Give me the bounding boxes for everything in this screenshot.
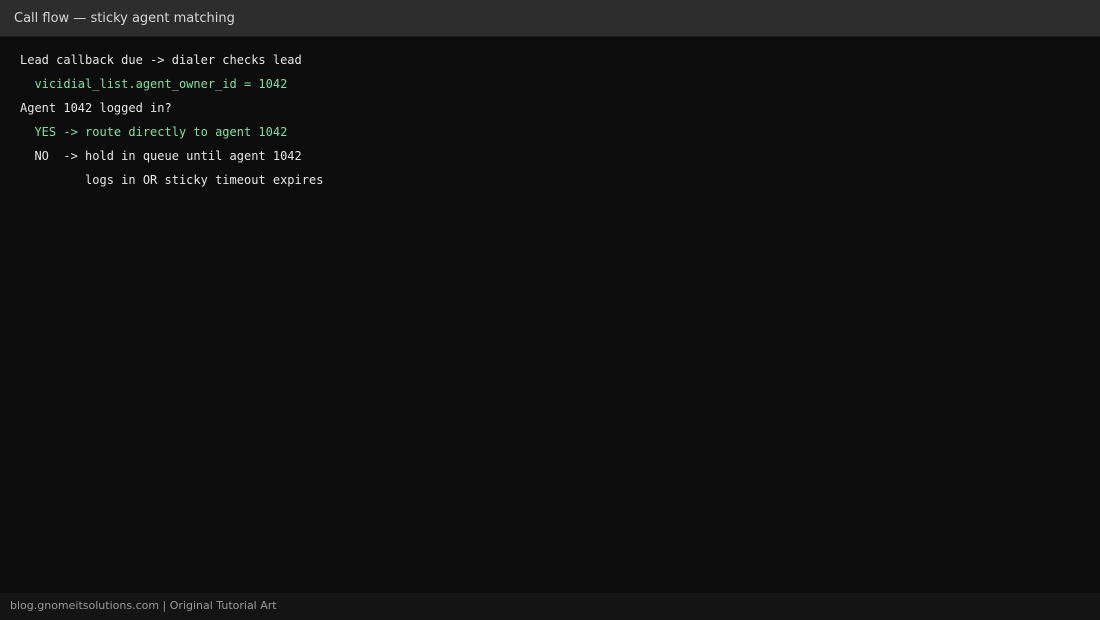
code-line: NO -> hold in queue until agent 1042 [20,149,302,163]
code-line: Lead callback due -> dialer checks lead [20,53,302,67]
code-line: YES -> route directly to agent 1042 [20,125,288,139]
code-line: vicidial_list.agent_owner_id = 1042 [20,77,288,91]
footer-credit: blog.gnomeitsolutions.com | Original Tut… [10,599,277,612]
code-block: Lead callback due -> dialer checks lead … [20,48,1080,192]
footer: blog.gnomeitsolutions.com | Original Tut… [0,593,1100,620]
code-line: logs in OR sticky timeout expires [20,173,324,187]
window-title: Call flow — sticky agent matching [14,11,235,26]
window: Call flow — sticky agent matching Lead c… [0,0,1100,620]
code-line: Agent 1042 logged in? [20,101,172,115]
title-bar: Call flow — sticky agent matching [0,0,1100,37]
